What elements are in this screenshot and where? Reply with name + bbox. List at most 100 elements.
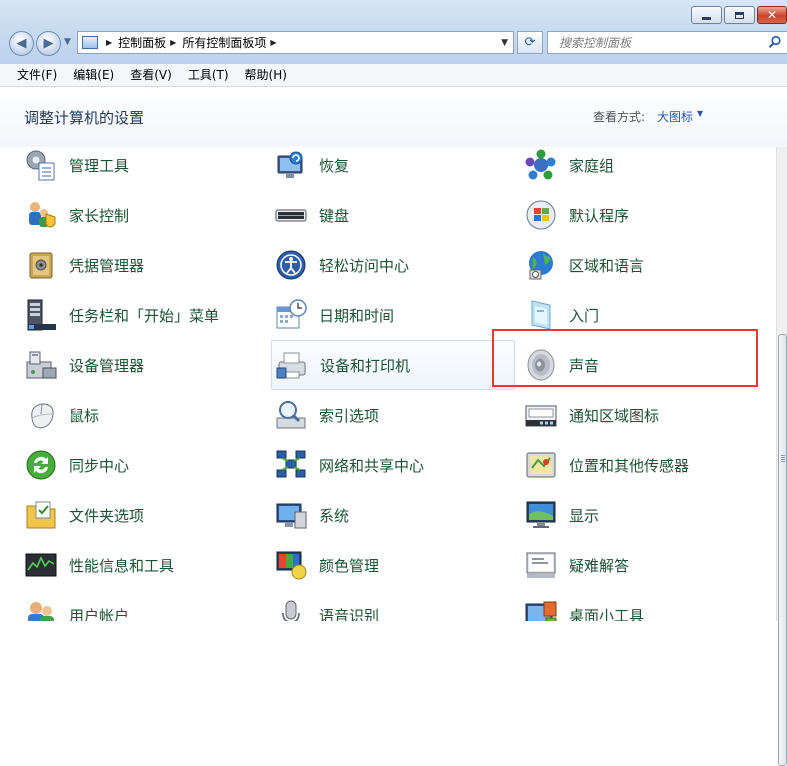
item-folder-options[interactable]: 文件夹选项 [0,490,248,540]
item-label[interactable]: 轻松访问中心 [319,255,409,276]
item-label[interactable]: 日期和时间 [319,305,394,326]
minimize-button[interactable] [691,6,722,24]
item-label[interactable]: 设备管理器 [69,355,144,376]
item-devices-printers[interactable]: 设备和打印机 [271,340,515,390]
system-icon [274,498,308,532]
mouse-icon [24,398,58,432]
address-dropdown-icon[interactable]: ▼ [501,38,508,48]
crumb-separator-icon[interactable]: ▶ [106,38,112,47]
item-display[interactable]: 显示 [500,490,748,540]
notification-area-icon [524,398,558,432]
item-taskbar[interactable]: 任务栏和「开始」菜单 [0,290,248,340]
close-button[interactable]: ✕ [757,6,787,24]
back-button[interactable]: ◀ [9,31,34,56]
credential-manager-icon [24,248,58,282]
menu-file[interactable]: 文件(F) [0,64,65,86]
item-ease-of-access[interactable]: 轻松访问中心 [250,240,492,290]
item-label[interactable]: 显示 [569,505,599,526]
breadcrumb-all-items[interactable]: 所有控制面板项 [182,34,266,51]
item-default-programs[interactable]: 默认程序 [500,190,748,240]
item-label[interactable]: 入门 [569,305,599,326]
date-time-icon [274,298,308,332]
item-credential-manager[interactable]: 凭据管理器 [0,240,248,290]
search-icon[interactable] [768,35,782,49]
refresh-button[interactable]: ⟳ [517,31,543,54]
item-sync-center[interactable]: 同步中心 [0,440,248,490]
item-mouse[interactable]: 鼠标 [0,390,248,440]
item-label[interactable]: 同步中心 [69,455,129,476]
menu-tools[interactable]: 工具(T) [180,64,237,86]
search-input[interactable] [557,34,761,51]
item-label[interactable]: 索引选项 [319,405,379,426]
item-label[interactable]: 疑难解答 [569,555,629,576]
recent-pages-dropdown[interactable]: ▼ [64,37,71,47]
item-speech-recognition[interactable]: 语音识别 [250,590,492,621]
item-label[interactable]: 用户帐户 [69,605,129,622]
forward-button[interactable]: ▶ [36,31,61,56]
menu-help[interactable]: 帮助(H) [237,64,295,86]
view-by-dropdown[interactable]: 大图标 [657,108,693,125]
item-label[interactable]: 默认程序 [569,205,629,226]
scrollbar-thumb[interactable] [778,334,787,766]
grip-line [781,459,785,460]
menu-view[interactable]: 查看(V) [122,64,180,86]
item-parental-controls[interactable]: 家长控制 [0,190,248,240]
item-color-management[interactable]: 颜色管理 [250,540,492,590]
item-network-sharing[interactable]: 网络和共享中心 [250,440,492,490]
item-admin-tools[interactable]: 管理工具 [0,147,248,190]
item-label[interactable]: 通知区域图标 [569,405,659,426]
crumb-separator-icon[interactable]: ▶ [270,38,276,47]
item-desktop-gadgets[interactable]: 桌面小工具 [500,590,748,621]
item-keyboard[interactable]: 键盘 [250,190,492,240]
item-performance[interactable]: 性能信息和工具 [0,540,248,590]
menu-edit[interactable]: 编辑(E) [65,64,122,86]
crumb-separator-icon[interactable]: ▶ [170,38,176,47]
address-bar[interactable]: ▶ 控制面板 ▶ 所有控制面板项 ▶ ▼ [77,31,514,54]
item-label[interactable]: 任务栏和「开始」菜单 [69,305,219,326]
item-label[interactable]: 键盘 [319,205,349,226]
ease-of-access-icon [274,248,308,282]
item-label[interactable]: 文件夹选项 [69,505,144,526]
item-label[interactable]: 桌面小工具 [569,605,644,622]
search-box[interactable] [547,31,787,54]
maximize-button[interactable] [724,6,755,24]
item-system[interactable]: 系统 [250,490,492,540]
item-label[interactable]: 恢复 [319,155,349,176]
item-label[interactable]: 家庭组 [569,155,614,176]
window-titlebar: ✕ ◀ ▶ ▼ ▶ 控制面板 ▶ 所有控制面板项 ▶ ▼ ⟳ [0,0,787,64]
item-label[interactable]: 网络和共享中心 [319,455,424,476]
item-label[interactable]: 颜色管理 [319,555,379,576]
item-device-manager[interactable]: 设备管理器 [0,340,248,390]
vertical-scrollbar[interactable] [776,147,787,766]
recovery-icon [274,148,308,182]
item-label[interactable]: 位置和其他传感器 [569,455,689,476]
item-label[interactable]: 鼠标 [69,405,99,426]
chevron-down-icon[interactable]: ▼ [697,109,703,118]
item-region-language[interactable]: 区域和语言 [500,240,748,290]
item-label[interactable]: 性能信息和工具 [69,555,174,576]
item-notification-area[interactable]: 通知区域图标 [500,390,748,440]
item-label[interactable]: 语音识别 [319,605,379,622]
item-troubleshooting[interactable]: 疑难解答 [500,540,748,590]
item-label[interactable]: 系统 [319,505,349,526]
item-user-accounts[interactable]: 用户帐户 [0,590,248,621]
breadcrumb-control-panel[interactable]: 控制面板 [118,34,166,51]
troubleshooting-icon [524,548,558,582]
item-location-sensors[interactable]: 位置和其他传感器 [500,440,748,490]
page-title: 调整计算机的设置 [24,109,145,127]
item-homegroup[interactable]: 家庭组 [500,147,748,190]
item-label[interactable]: 家长控制 [69,205,129,226]
user-accounts-icon [24,598,58,621]
item-label[interactable]: 凭据管理器 [69,255,144,276]
item-indexing-options[interactable]: 索引选项 [250,390,492,440]
location-sensors-icon [524,448,558,482]
item-label[interactable]: 区域和语言 [569,255,644,276]
close-icon: ✕ [766,8,778,22]
getting-started-icon [524,298,558,332]
device-manager-icon [24,348,58,382]
item-date-time[interactable]: 日期和时间 [250,290,492,340]
item-label[interactable]: 管理工具 [69,155,129,176]
item-label[interactable]: 设备和打印机 [320,355,410,376]
taskbar-icon [24,298,58,332]
item-recovery[interactable]: 恢复 [250,147,492,190]
